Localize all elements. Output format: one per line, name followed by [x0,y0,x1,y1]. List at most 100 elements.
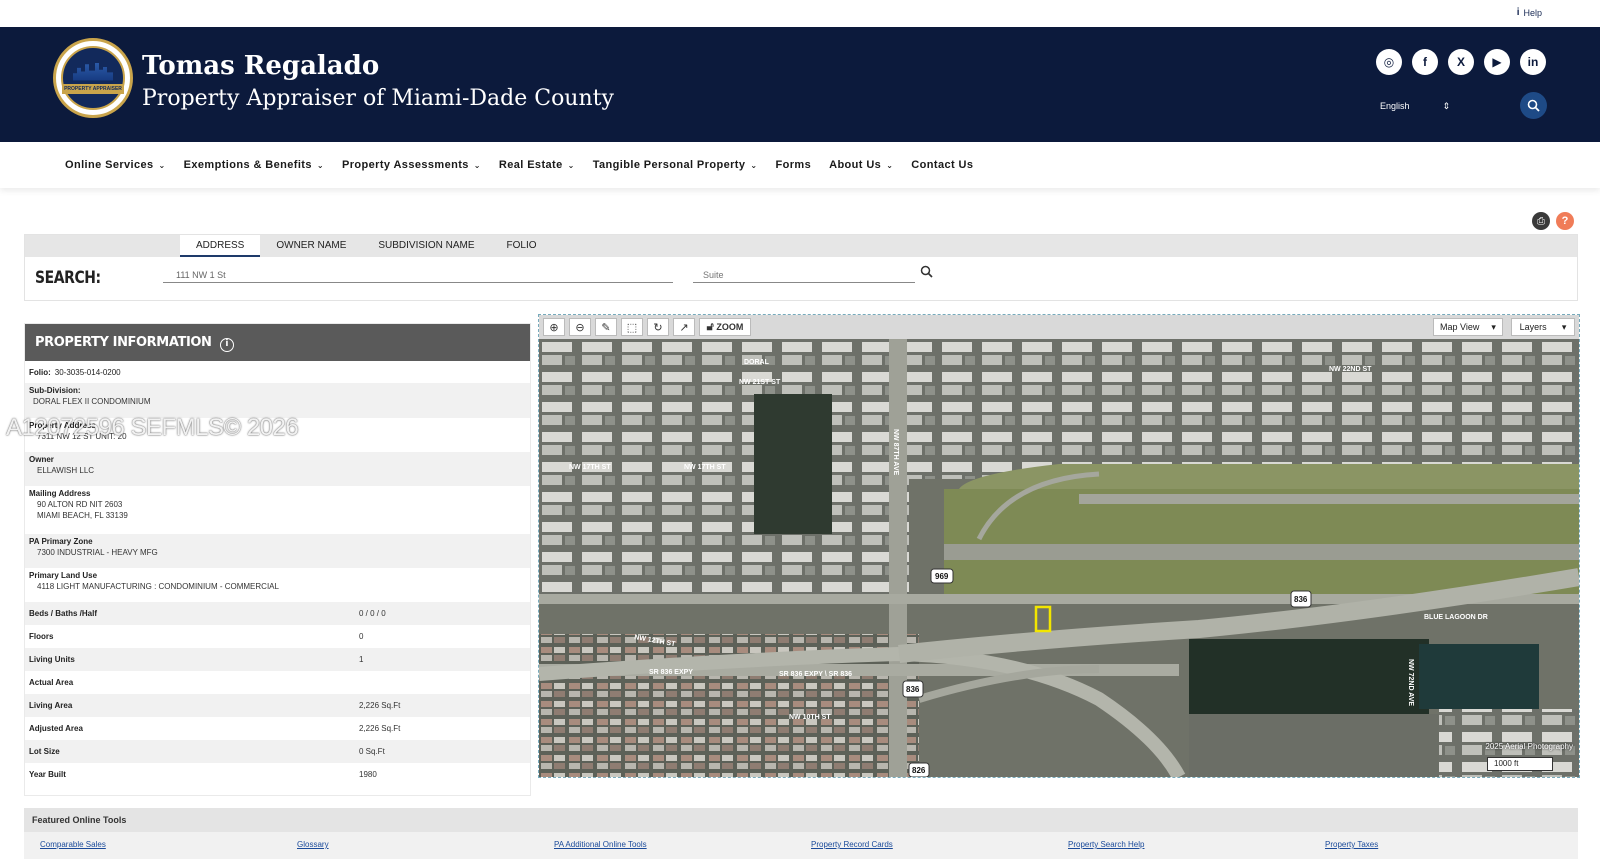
search-icon [920,265,933,278]
floors-row: Floors 0 [29,632,364,641]
mailing-address-line2: MIAMI BEACH, FL 33139 [37,511,128,520]
property-information-panel: PROPERTY INFORMATION i Folio: 30-3035-01… [24,323,531,796]
folio-value: 30-3035-014-0200 [54,367,121,377]
zoom-out-icon[interactable]: ⊖ [569,318,591,336]
tab-folio[interactable]: FOLIO [491,235,553,257]
search-submit-button[interactable] [920,265,933,281]
search-tabs: ADDRESS OWNER NAME SUBDIVISION NAME FOLI… [180,235,553,257]
map-label-nw72: NW 72ND AVE [1407,659,1414,706]
aerial-map-canvas: DORAL NW 21ST ST NW 17TH ST NW 17TH ST N… [539,339,1579,777]
site-search-button[interactable] [1520,92,1547,119]
map-label-nw17a: NW 17TH ST [569,464,611,471]
link-comparable-sales[interactable]: Comparable Sales [40,840,297,849]
select-box-icon[interactable]: ⬚ [621,318,643,336]
facebook-icon[interactable]: f [1412,49,1438,75]
link-property-record-cards[interactable]: Property Record Cards [811,840,1068,849]
nav-exemptions-benefits[interactable]: Exemptions & Benefits ⌄ [184,159,324,171]
caret-down-icon: ▾ [1561,321,1567,332]
nav-real-estate[interactable]: Real Estate ⌄ [499,159,575,171]
featured-title: Featured Online Tools [24,808,1578,832]
beds-baths-row: Beds / Baths /Half 0 / 0 / 0 [25,602,530,625]
site-title: Tomas Regalado [142,51,380,81]
site-header: PROPERTY APPRAISER Tomas Regalado Proper… [0,27,1600,142]
nav-contact-us[interactable]: Contact Us [911,159,973,171]
map-label-doral: DORAL [744,359,770,366]
living-units-value: 1 [359,655,364,664]
map-label-nw87: NW 87TH AVE [892,429,899,476]
link-property-search-help[interactable]: Property Search Help [1068,840,1325,849]
seal-banner: PROPERTY APPRAISER [62,83,124,94]
main-nav: Online Services ⌄ Exemptions & Benefits ⌄ … [0,142,1600,188]
search-icon [1527,99,1540,112]
floors-value: 0 [359,632,364,641]
site-subtitle: Property Appraiser of Miami-Dade County [142,86,614,111]
chevron-down-icon: ⌄ [158,160,166,170]
tab-subdivision-name[interactable]: SUBDIVISION NAME [362,235,490,257]
zoom-lock-button[interactable]: 🔓︎ ZOOM [699,318,751,336]
social-links: ◎ f X ▶ in [1376,49,1546,75]
nav-property-assessments[interactable]: Property Assessments ⌄ [342,159,481,171]
help-question-icon[interactable]: ? [1556,212,1574,230]
map-label-blue-lagoon: BLUE LAGOON DR [1424,614,1488,621]
tab-owner-name[interactable]: OWNER NAME [260,235,362,257]
lot-size-value: 0 Sq.Ft [359,747,385,756]
lock-icon: 🔓︎ [706,320,714,333]
actual-area-row: Actual Area [29,678,74,687]
chevron-down-icon: ⌄ [750,160,758,170]
refresh-icon[interactable]: ↻ [647,318,669,336]
external-link-icon[interactable]: ↗ [673,318,695,336]
map-credit: 2025 Aerial Photography [1485,742,1573,751]
page-tools: ⎙ ? [1532,212,1574,230]
edit-icon[interactable]: ✎ [595,318,617,336]
property-appraiser-seal-logo[interactable]: PROPERTY APPRAISER [53,38,133,118]
map-label-nw10: NW 10TH ST [789,714,831,721]
chevron-down-icon: ⌄ [567,160,575,170]
linkedin-icon[interactable]: in [1520,49,1546,75]
info-icon[interactable]: i [219,338,234,352]
land-use-row: Primary Land Use 4118 LIGHT MANUFACTURIN… [25,568,530,602]
adjusted-area-row: Adjusted Area 2,226 Sq.Ft [29,724,401,733]
map-panel: ⊕ ⊖ ✎ ⬚ ↻ ↗ 🔓︎ ZOOM Map View▾ Layers▾ [538,314,1580,778]
help-link[interactable]: i Help [1517,7,1542,18]
link-property-taxes[interactable]: Property Taxes [1325,840,1582,849]
print-icon[interactable]: ⎙ [1532,212,1550,230]
subdivision-value: DORAL FLEX II CONDOMINIUM [33,397,151,406]
nav-online-services[interactable]: Online Services ⌄ [65,159,166,171]
aerial-map[interactable]: DORAL NW 21ST ST NW 17TH ST NW 17TH ST N… [539,339,1579,777]
shield-836-west: 836 [906,685,920,694]
address-search-input[interactable] [163,267,673,283]
nav-tangible-personal-property[interactable]: Tangible Personal Property ⌄ [593,159,758,171]
x-icon[interactable]: X [1448,49,1474,75]
shield-836-east: 836 [1294,595,1308,604]
language-value: English [1380,101,1410,111]
map-scale: 1000 ft [1487,757,1553,771]
link-pa-additional-tools[interactable]: PA Additional Online Tools [554,840,811,849]
primary-zone-row: PA Primary Zone 7300 INDUSTRIAL - HEAVY … [25,534,530,568]
search-label: SEARCH: [35,268,101,288]
map-toolbar: ⊕ ⊖ ✎ ⬚ ↻ ↗ 🔓︎ ZOOM Map View ▾ Layers ▾ [539,315,1579,339]
shield-969: 969 [935,572,949,581]
youtube-icon[interactable]: ▶ [1484,49,1510,75]
nav-forms[interactable]: Forms [775,159,811,171]
instagram-icon[interactable]: ◎ [1376,49,1402,75]
map-label-sr836a: SR 836 EXPY [649,669,693,676]
info-icon: i [1516,7,1520,18]
chevron-down-icon: ⌄ [316,160,324,170]
map-view-dropdown[interactable]: Map View ▾ [1433,318,1503,336]
link-glossary[interactable]: Glossary [297,840,554,849]
year-built-value: 1980 [359,770,377,779]
property-information-heading: PROPERTY INFORMATION i [25,324,530,361]
living-units-row: Living Units 1 [25,648,530,671]
tab-address[interactable]: ADDRESS [180,235,261,257]
nav-about-us[interactable]: About Us ⌄ [829,159,893,171]
layers-dropdown[interactable]: Layers ▾ [1511,318,1575,336]
suite-input[interactable] [693,267,915,283]
language-select[interactable]: English ⇕ [1380,101,1450,112]
beds-baths-value: 0 / 0 / 0 [359,609,386,618]
living-area-row: Living Area 2,226 Sq.Ft [25,694,530,717]
living-area-value: 2,226 Sq.Ft [359,701,401,710]
property-search-panel: ADDRESS OWNER NAME SUBDIVISION NAME FOLI… [24,234,1578,301]
mailing-address-line1: 90 ALTON RD NIT 2603 [37,500,123,509]
zoom-in-icon[interactable]: ⊕ [543,318,565,336]
help-label: Help [1523,7,1542,18]
